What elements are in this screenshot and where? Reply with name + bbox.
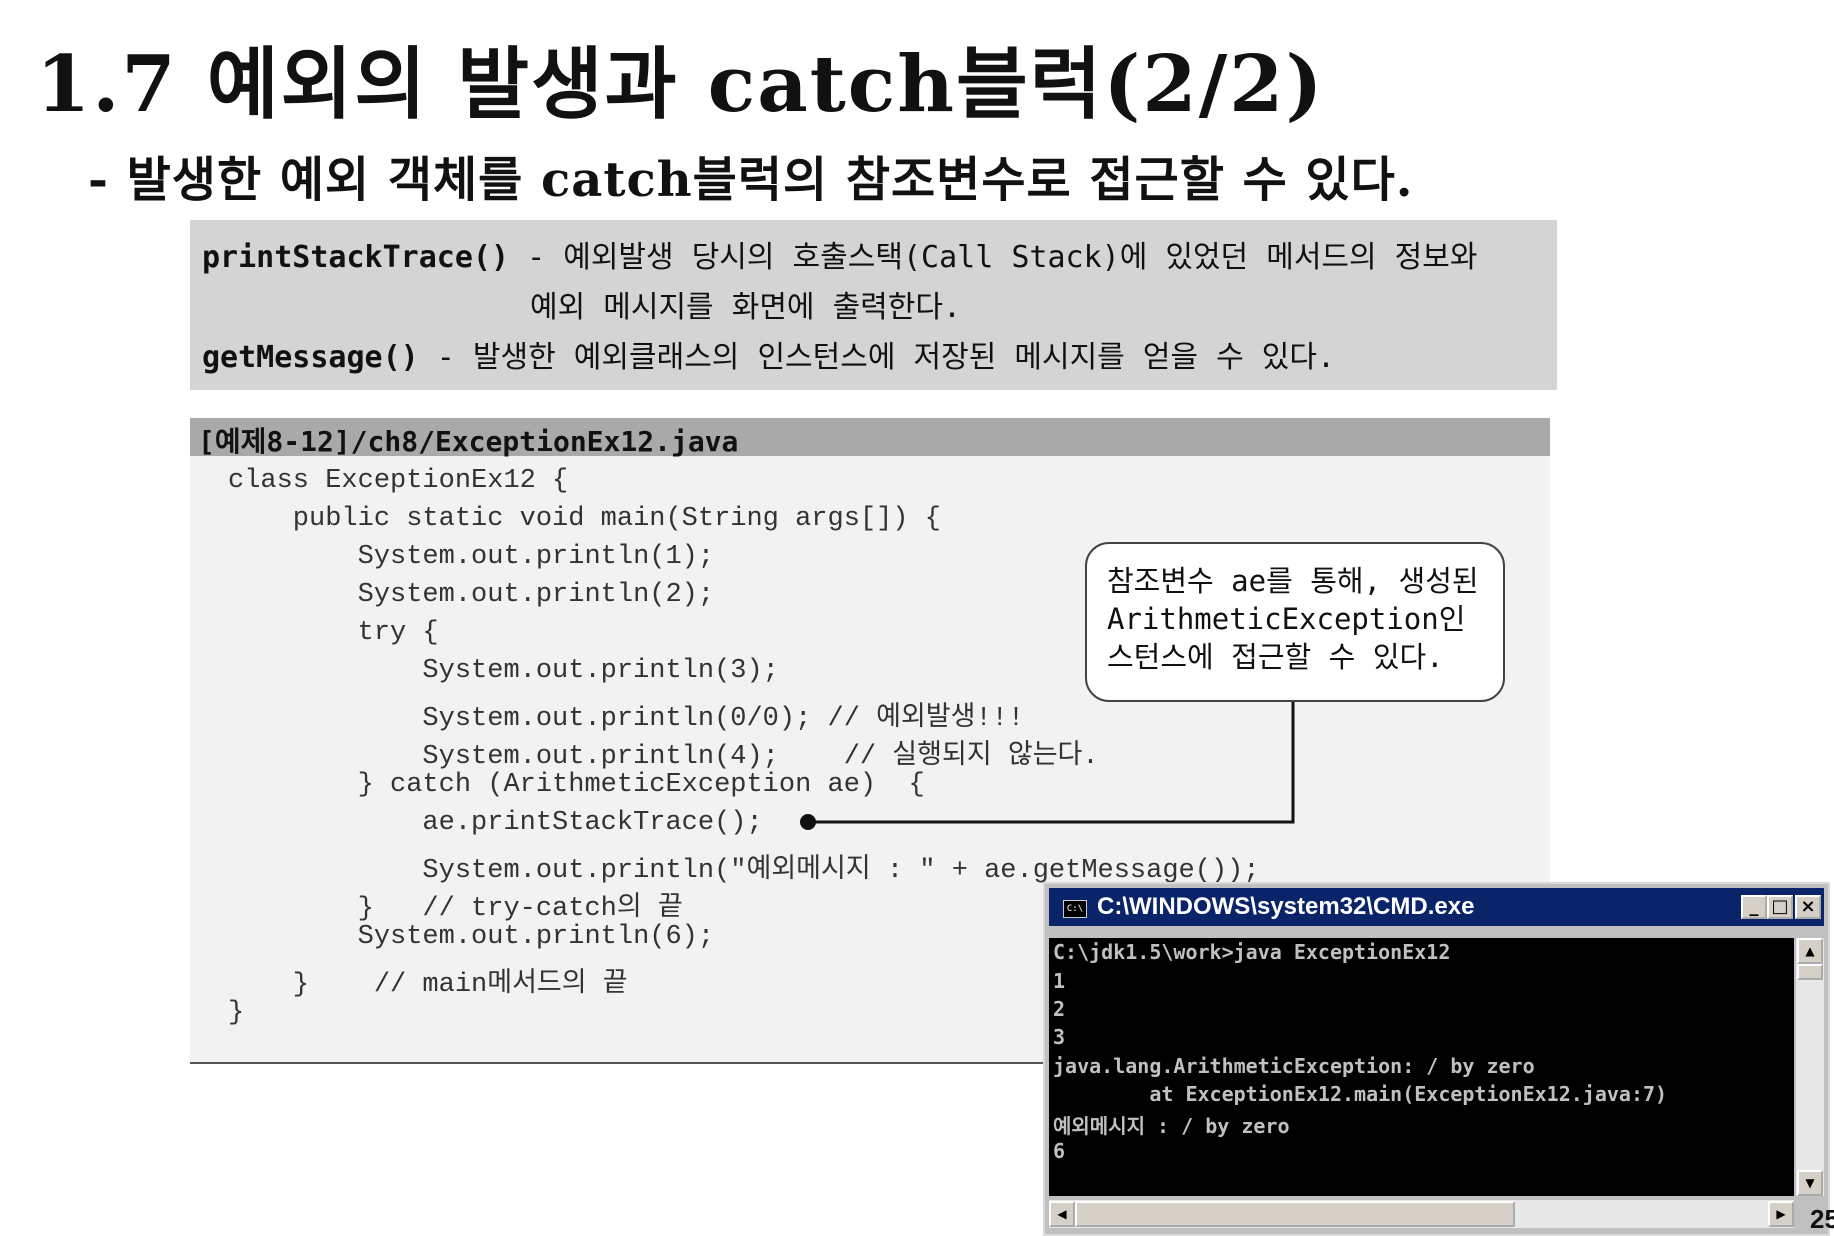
- cmd-title: C:\WINDOWS\system32\CMD.exe: [1097, 893, 1475, 920]
- vertical-scroll-thumb[interactable]: [1797, 964, 1823, 980]
- scroll-left-button[interactable]: ◀: [1049, 1201, 1075, 1227]
- cmd-window[interactable]: C:\ C:\WINDOWS\system32\CMD.exe _ □ × C:…: [1043, 882, 1830, 1236]
- cmd-output-line: 3: [1053, 1025, 1066, 1049]
- cmd-output-line: 2: [1053, 997, 1066, 1021]
- scroll-down-button[interactable]: ▼: [1797, 1170, 1823, 1196]
- cmd-output-line: java.lang.ArithmeticException: / by zero: [1053, 1054, 1535, 1078]
- cmd-output-line: 예외메시지 : / by zero: [1053, 1114, 1290, 1138]
- cmd-icon: C:\: [1063, 900, 1087, 918]
- minimize-button[interactable]: _: [1741, 895, 1767, 919]
- page-number: 25: [1810, 1204, 1834, 1234]
- cmd-titlebar[interactable]: C:\ C:\WINDOWS\system32\CMD.exe _ □ ×: [1049, 888, 1824, 926]
- close-button[interactable]: ×: [1795, 895, 1821, 919]
- connector-dot: [800, 814, 816, 830]
- vertical-scrollbar[interactable]: ▲ ▼: [1796, 938, 1824, 1196]
- maximize-button[interactable]: □: [1767, 895, 1793, 919]
- horizontal-scrollbar[interactable]: ◀ ▶: [1049, 1200, 1794, 1228]
- horizontal-scroll-thumb[interactable]: [1075, 1201, 1515, 1227]
- scroll-right-button[interactable]: ▶: [1768, 1201, 1794, 1227]
- cmd-output-line: 6: [1053, 1139, 1066, 1163]
- cmd-output-line: at ExceptionEx12.main(ExceptionEx12.java…: [1053, 1082, 1668, 1106]
- cmd-output-line: C:\jdk1.5\work>java ExceptionEx12: [1053, 940, 1451, 964]
- scroll-up-button[interactable]: ▲: [1797, 938, 1823, 964]
- cmd-output: C:\jdk1.5\work>java ExceptionEx12 1 2 3 …: [1049, 938, 1794, 1196]
- cmd-output-line: 1: [1053, 969, 1066, 993]
- connector-line: [808, 702, 1295, 824]
